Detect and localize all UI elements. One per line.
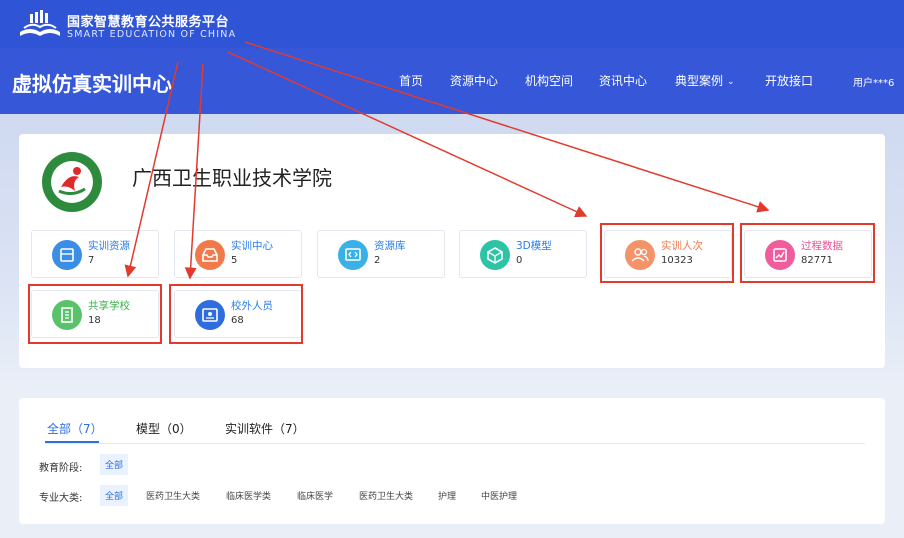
brand-bar: 国家智慧教育公共服务平台 SMART EDUCATION OF CHINA (0, 0, 904, 48)
chip-major[interactable]: 医药卫生大类 (141, 485, 205, 506)
filter-label-major: 专业大类: (39, 493, 83, 504)
nav-item-cases[interactable]: 典型案例 ⌄ (675, 72, 735, 89)
chip-major[interactable]: 医药卫生大类 (354, 485, 418, 506)
highlight-box (28, 284, 162, 344)
school-name: 广西卫生职业技术学院 (132, 166, 332, 190)
stat-resource-library[interactable]: 资源库 2 (317, 230, 445, 278)
stat-training-resources[interactable]: 实训资源 7 (31, 230, 159, 278)
highlight-box (169, 284, 303, 344)
stat-label: 实训中心 (231, 240, 273, 252)
nav-item-open-api[interactable]: 开放接口 (765, 72, 813, 89)
user-menu[interactable]: 用户***6 (853, 74, 894, 89)
highlight-box (740, 223, 875, 283)
highlight-box (600, 223, 734, 283)
nav-item-cases-label: 典型案例 (675, 74, 724, 88)
filter-label-stage: 教育阶段: (39, 463, 83, 474)
stat-value: 2 (374, 255, 381, 266)
stat-label: 资源库 (374, 240, 406, 252)
chip-major-all[interactable]: 全部 (100, 485, 129, 506)
nav-bar: 虚拟仿真实训中心 首页 资源中心 机构空间 资讯中心 典型案例 ⌄ 开放接口 用户… (0, 48, 904, 114)
stat-3d-models[interactable]: 3D模型 0 (459, 230, 587, 278)
tab-all[interactable]: 全部（7） (47, 420, 103, 437)
nav-item-institutions[interactable]: 机构空间 (525, 72, 573, 89)
tab-divider (45, 443, 865, 444)
stat-training-centers[interactable]: 实训中心 5 (174, 230, 302, 278)
stat-value: 7 (88, 255, 95, 266)
nav-item-home[interactable]: 首页 (399, 72, 423, 89)
site-title[interactable]: 虚拟仿真实训中心 (12, 68, 172, 97)
filter-card: 全部（7） 模型（0） 实训软件（7） 教育阶段: 全部 专业大类: 全部 医药… (19, 398, 885, 524)
chip-major[interactable]: 中医护理 (476, 485, 522, 506)
printer-icon (52, 240, 82, 270)
chip-stage-all[interactable]: 全部 (100, 454, 129, 475)
stat-label: 实训资源 (88, 240, 130, 252)
nav-item-news[interactable]: 资讯中心 (599, 72, 647, 89)
active-tab-indicator (45, 441, 99, 443)
stat-label: 3D模型 (516, 240, 552, 252)
nav-item-resources[interactable]: 资源中心 (450, 72, 498, 89)
tab-training-software[interactable]: 实训软件（7） (225, 420, 305, 437)
cube-icon (480, 240, 510, 270)
code-window-icon (338, 240, 368, 270)
tab-models[interactable]: 模型（0） (136, 420, 192, 437)
chip-major[interactable]: 护理 (433, 485, 461, 506)
chevron-down-icon: ⌄ (727, 77, 735, 87)
brand-name-cn[interactable]: 国家智慧教育公共服务平台 (67, 11, 229, 30)
inbox-icon (195, 240, 225, 270)
chip-major[interactable]: 临床医学类 (221, 485, 276, 506)
stat-value: 5 (231, 255, 238, 266)
school-emblem-icon (42, 152, 102, 212)
stat-value: 0 (516, 255, 523, 266)
brand-name-en: SMART EDUCATION OF CHINA (67, 29, 237, 40)
open-book-icon (20, 10, 60, 36)
chip-major[interactable]: 临床医学 (292, 485, 338, 506)
